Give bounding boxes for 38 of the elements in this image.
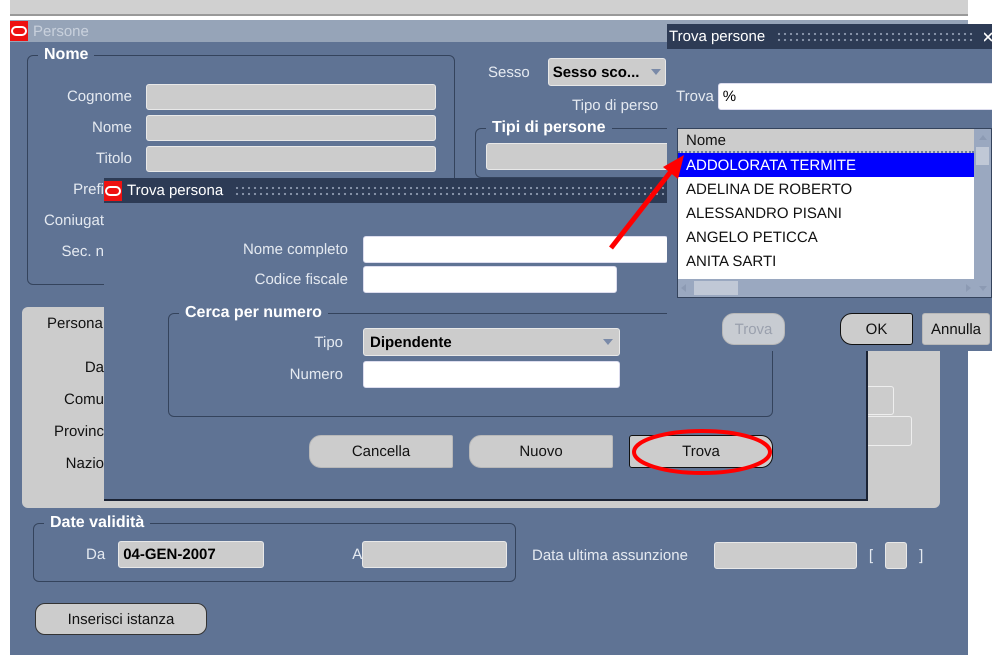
field-label: Codice fiscale <box>254 271 348 288</box>
field-label: Nazio <box>64 455 104 474</box>
field-label: Prefi <box>72 181 104 198</box>
dropdown[interactable]: Sesso sco... <box>548 58 666 86</box>
field-label: Da <box>86 546 106 563</box>
list-item[interactable]: ADDOLORATA TERMITE <box>678 153 974 177</box>
field-label: Cognome <box>66 88 132 105</box>
field-label: Nome completo <box>242 241 348 258</box>
field-label: Comu <box>62 391 104 410</box>
field-label: Tipo di perso <box>572 97 658 114</box>
group-title: Tipi di persone <box>486 119 612 137</box>
search-field[interactable]: % <box>718 83 992 110</box>
field-label: A <box>352 546 362 563</box>
insert-button[interactable]: Inserisci istanza <box>35 603 207 635</box>
field-label: Nome <box>90 119 132 136</box>
field-label: Titolo <box>94 150 132 167</box>
group-title: Cerca per numero <box>179 304 328 322</box>
dialog-button[interactable]: OK <box>840 313 913 345</box>
field-label: Sec. n <box>60 243 104 260</box>
window-title: Trova persona <box>126 182 224 199</box>
dropdown[interactable]: Dipendente <box>363 328 620 356</box>
dialog-button[interactable]: Nuovo <box>469 435 613 468</box>
window-title: Trova persone <box>668 28 766 45</box>
bracket: ] <box>919 547 924 564</box>
column-header: Nome <box>678 129 974 153</box>
field-label: Da <box>84 359 104 378</box>
field-label: Persona <box>47 315 103 334</box>
field-label: Trova <box>676 88 714 105</box>
field-label: Coniugat <box>42 212 104 229</box>
date-field[interactable]: 04-GEN-2007 <box>118 541 264 568</box>
dialog-button[interactable]: Annulla <box>922 313 990 345</box>
field-label: Sesso <box>488 64 530 80</box>
field-label: Numero <box>288 366 343 382</box>
bracket: [ <box>868 547 874 564</box>
field-label: Tipo <box>313 334 343 350</box>
dialog-button[interactable]: Cancella <box>309 435 453 468</box>
field-label: Data ultima assunzione <box>532 547 688 564</box>
field-label: Provinc <box>52 423 104 442</box>
